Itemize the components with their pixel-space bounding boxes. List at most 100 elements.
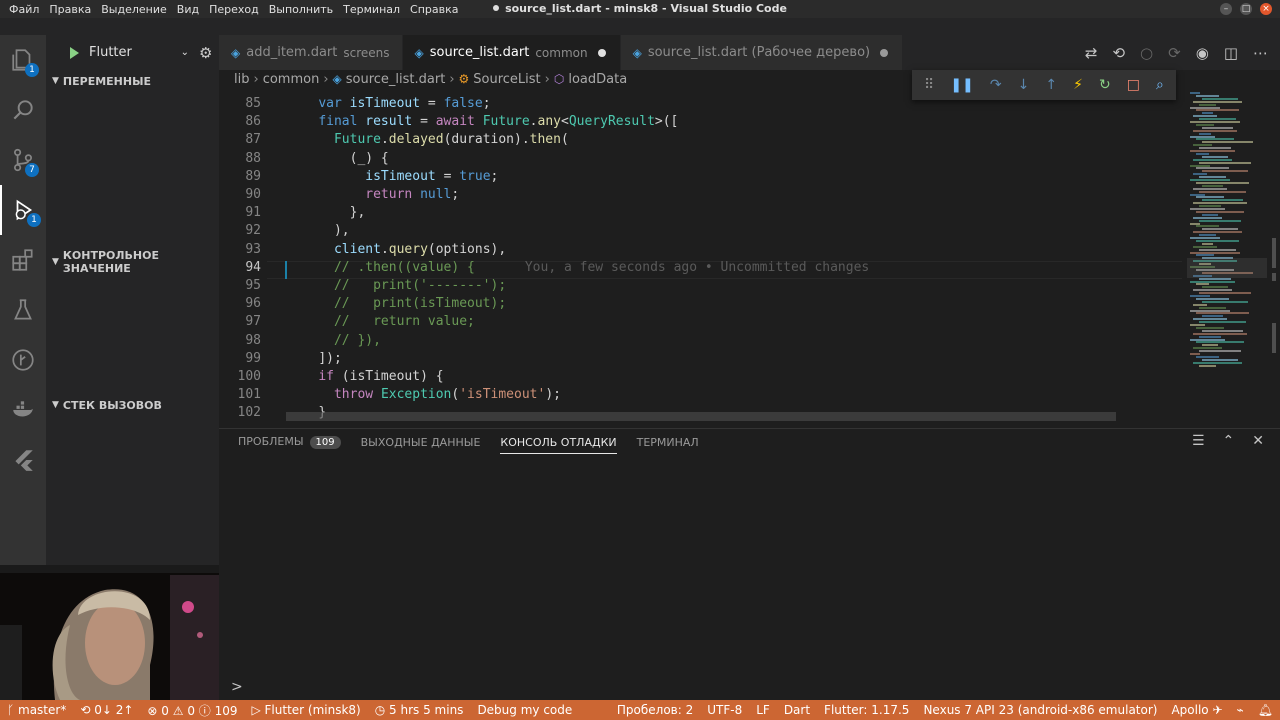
menu-item[interactable]: Вид (172, 3, 204, 16)
restart-icon[interactable]: ↻ (1099, 77, 1111, 93)
minimap-line (1202, 199, 1243, 202)
breadcrumb-lib[interactable]: lib (234, 72, 249, 87)
maximize-panel-icon[interactable]: ⌃ (1223, 433, 1235, 449)
code-line[interactable]: 91 }, (219, 204, 1187, 222)
code-line[interactable]: 98 // }), (219, 332, 1187, 350)
hot-reload-icon[interactable]: ⚡ (1073, 77, 1083, 93)
code-line[interactable]: 100 if (isTimeout) { (219, 368, 1187, 386)
menu-item[interactable]: Переход (204, 3, 264, 16)
breadcrumb-common[interactable]: common (263, 72, 320, 87)
open-changes-icon[interactable]: ⇄ (1085, 44, 1098, 62)
apollo-status[interactable]: Apollo ✈ (1164, 703, 1229, 717)
minimize-button[interactable]: – (1220, 3, 1232, 15)
source-control-activity[interactable]: 7 (0, 135, 46, 185)
flutter-version-status[interactable]: Flutter: 1.17.5 (817, 703, 916, 717)
explorer-activity[interactable]: 1 (0, 35, 46, 85)
menu-item[interactable]: Выделение (96, 3, 172, 16)
code-line[interactable]: 89 isTimeout = true; (219, 168, 1187, 186)
maximize-button[interactable]: □ (1240, 3, 1252, 15)
docker-activity[interactable] (0, 385, 46, 435)
code-line[interactable]: 90 return null; (219, 186, 1187, 204)
code-line[interactable]: 101 throw Exception('isTimeout'); (219, 386, 1187, 404)
circle-icon[interactable]: ○ (1140, 44, 1153, 62)
horizontal-scrollbar[interactable] (286, 412, 1116, 421)
extensions-activity[interactable] (0, 235, 46, 285)
clear-console-icon[interactable]: ☰ (1192, 433, 1205, 449)
step-out-icon[interactable]: ↑ (1045, 77, 1057, 93)
indentation-status[interactable]: Пробелов: 2 (610, 703, 700, 717)
minimap-viewport[interactable] (1187, 258, 1267, 278)
debug-mode-status[interactable]: Debug my code (470, 703, 579, 717)
problems-status[interactable]: ⊗ 0 ⚠ 0 ⓘ 109 (140, 702, 244, 719)
callstack-section[interactable]: ▼ СТЕК ВЫЗОВОВ (46, 394, 219, 416)
split-editor-icon[interactable]: ◫ (1224, 44, 1238, 62)
step-into-icon[interactable]: ↓ (1018, 77, 1030, 93)
eol-status[interactable]: LF (749, 703, 777, 717)
gear-icon[interactable]: ⚙ (199, 44, 212, 62)
stop-icon[interactable]: □ (1127, 77, 1140, 93)
code-line[interactable]: 99 ]); (219, 350, 1187, 368)
breadcrumb-file[interactable]: source_list.dart (346, 72, 446, 87)
code-line[interactable]: 94 // .then((value) {You, a few seconds … (219, 259, 1187, 277)
git-graph-activity[interactable] (0, 335, 46, 385)
code-line[interactable]: 86 final result = await Future.any<Query… (219, 113, 1187, 131)
code-line[interactable]: 85 var isTimeout = false; (219, 95, 1187, 113)
previous-change-icon[interactable]: ⟲ (1112, 44, 1125, 62)
code-text: // print(isTimeout); (333, 296, 507, 312)
step-over-icon[interactable]: ↷ (990, 77, 1002, 93)
debug-config-select[interactable]: Flutter ⌄ (89, 45, 189, 60)
live-share-icon[interactable]: ⌁ (1230, 703, 1251, 717)
close-panel-icon[interactable]: ✕ (1252, 433, 1264, 449)
menu-item[interactable]: Выполнить (264, 3, 338, 16)
watch-section[interactable]: ▼ КОНТРОЛЬНОЕ ЗНАЧЕНИЕ (46, 249, 219, 275)
start-debug-icon[interactable] (70, 46, 79, 59)
unsaved-dot-icon[interactable] (597, 48, 606, 57)
variables-section[interactable]: ▼ ПЕРЕМЕННЫЕ (46, 70, 219, 92)
git-sync[interactable]: ⟲ 0↓ 2↑ (73, 703, 140, 717)
tab-source-list-working-tree[interactable]: ◈ source_list.dart (Рабочее дерево) (620, 35, 904, 70)
code-line[interactable]: 87 Future.delayed(duration).then( (219, 131, 1187, 149)
code-line[interactable]: 97 // return value; (219, 313, 1187, 331)
code-line[interactable]: 95 // print('-------'); (219, 277, 1187, 295)
timer-status[interactable]: ◷ 5 hrs 5 mins (368, 703, 471, 717)
next-change-icon[interactable]: ⟳ (1168, 44, 1181, 62)
minimap-line (1193, 303, 1207, 306)
code-editor[interactable]: 85 var isTimeout = false; 86 final result… (219, 95, 1187, 420)
encoding-status[interactable]: UTF-8 (700, 703, 749, 717)
menu-item[interactable]: Правка (44, 3, 96, 16)
drag-handle-icon[interactable]: ⠿ (924, 77, 934, 93)
menu-item[interactable]: Справка (405, 3, 463, 16)
flutter-activity[interactable] (0, 435, 46, 485)
tab-terminal[interactable]: ТЕРМИНАЛ (637, 436, 699, 449)
tab-output[interactable]: ВЫХОДНЫЕ ДАННЫЕ (361, 436, 481, 449)
breadcrumb-method[interactable]: loadData (568, 72, 627, 87)
debug-activity[interactable]: 1 (0, 185, 46, 235)
tab-add-item[interactable]: ◈ add_item.dart screens (219, 35, 403, 70)
testing-activity[interactable] (0, 285, 46, 335)
breadcrumb-class[interactable]: SourceList (473, 72, 540, 87)
code-line[interactable]: 96 // print(isTimeout); (219, 295, 1187, 313)
code-line[interactable]: 92 ), (219, 222, 1187, 240)
code-line[interactable]: 88 (_) { (219, 150, 1187, 168)
menu-item[interactable]: Терминал (338, 3, 405, 16)
tab-source-list[interactable]: ◈ source_list.dart common (402, 35, 621, 70)
close-window-button[interactable]: × (1260, 3, 1272, 15)
pause-icon[interactable]: ❚❚ (950, 77, 973, 93)
unsaved-dot-icon[interactable] (880, 48, 889, 57)
language-status[interactable]: Dart (777, 703, 817, 717)
vertical-scrollbar[interactable] (1268, 88, 1280, 420)
device-status[interactable]: Nexus 7 API 23 (android-x86 emulator) (916, 703, 1164, 717)
flutter-run-status[interactable]: ▷ Flutter (minsk8) (244, 703, 367, 717)
minimap[interactable] (1187, 88, 1267, 420)
search-activity[interactable] (0, 85, 46, 135)
console-prompt[interactable]: > (231, 679, 243, 695)
more-actions-icon[interactable]: ⋯ (1253, 44, 1268, 62)
notifications-icon[interactable]: 🔔︎ (1251, 703, 1280, 717)
tab-debug-console[interactable]: КОНСОЛЬ ОТЛАДКИ (500, 436, 617, 454)
git-branch[interactable]: ᚴ master* (0, 703, 73, 717)
inspect-widget-icon[interactable]: ⌕ (1156, 77, 1164, 93)
git-lens-icon[interactable]: ◉ (1196, 44, 1209, 62)
tab-problems[interactable]: ПРОБЛЕМЫ 109 (238, 435, 341, 449)
code-line[interactable]: 93 client.query(options), (219, 241, 1187, 259)
menu-item[interactable]: Файл (4, 3, 44, 16)
